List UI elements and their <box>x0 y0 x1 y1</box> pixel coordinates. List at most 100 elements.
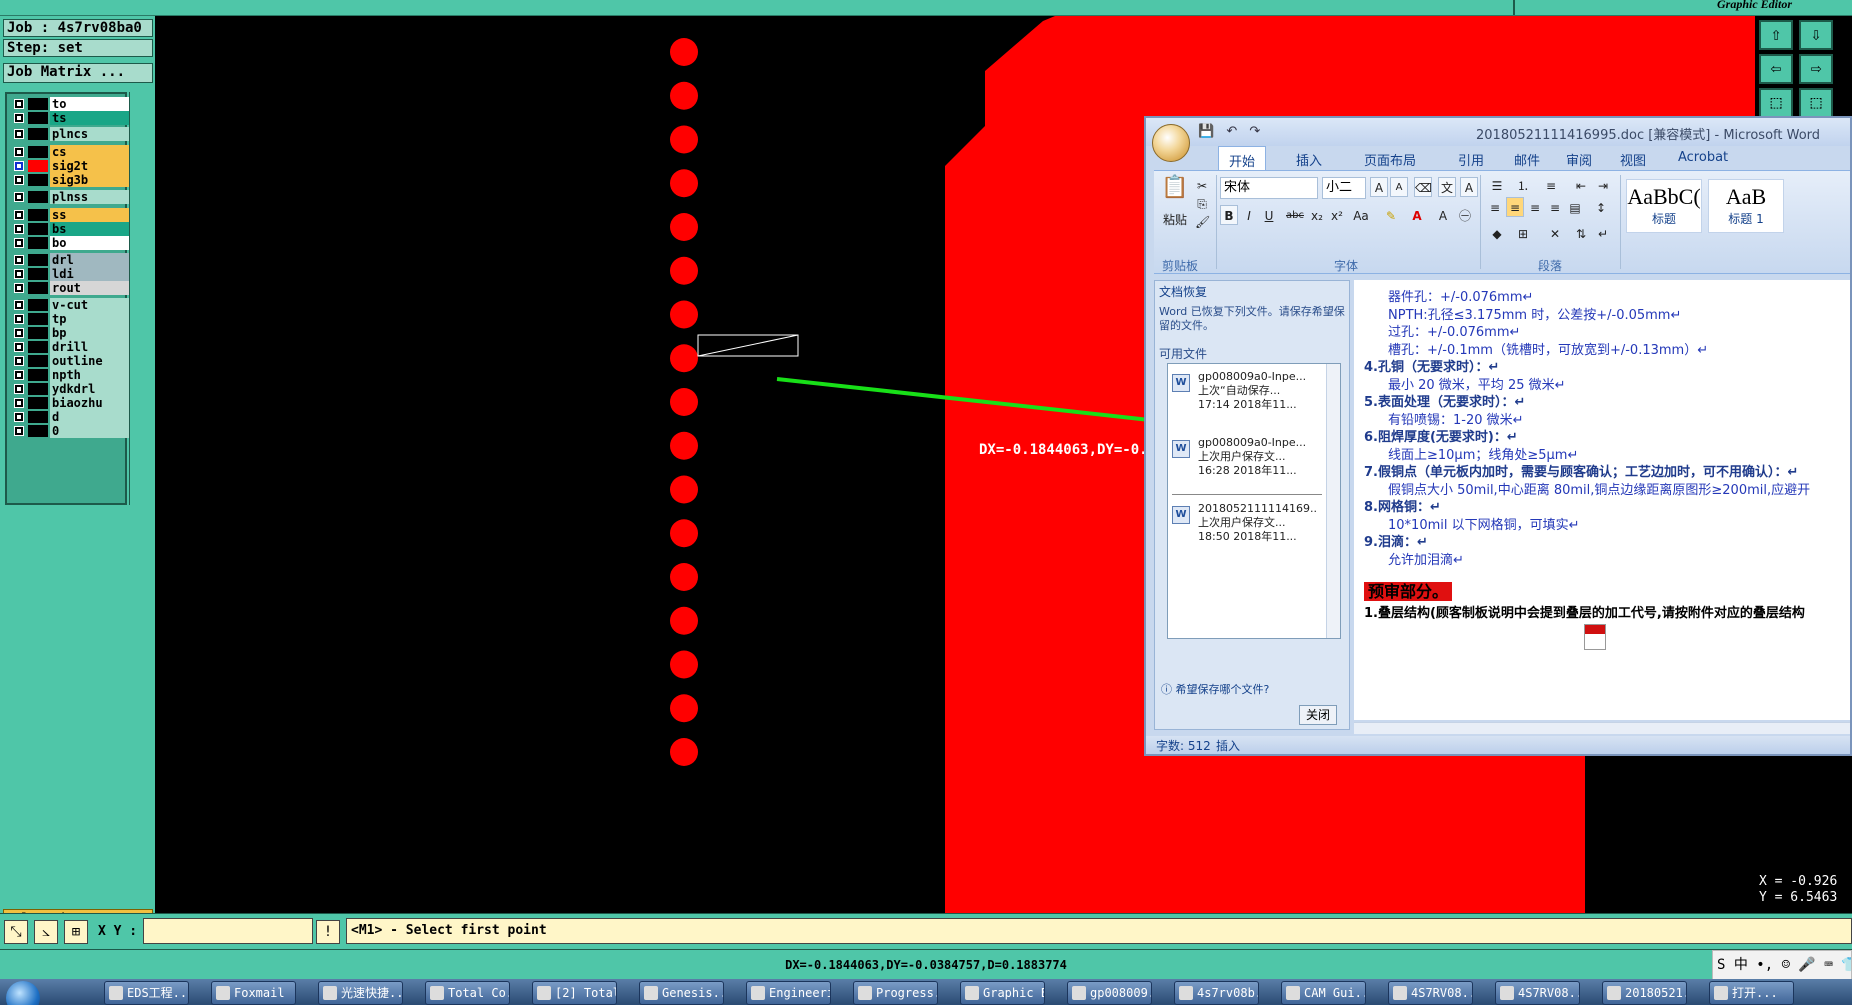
layer-name[interactable]: ts <box>50 111 132 125</box>
taskbar-item[interactable]: Graphic E... <box>960 981 1045 1005</box>
move-up-icon[interactable]: ⇧ <box>1759 20 1793 50</box>
layer-row-0[interactable]: 0 <box>10 424 132 438</box>
recovered-file[interactable]: W 2018052111114169... 上次用户保存文... 18:50 2… <box>1172 502 1320 554</box>
layer-checkbox[interactable] <box>14 300 24 310</box>
layer-color-swatch[interactable] <box>28 299 48 311</box>
layer-name[interactable]: sig3b <box>50 173 132 187</box>
shrink-font-icon[interactable]: A <box>1390 177 1408 197</box>
bold-icon[interactable]: B <box>1220 205 1238 225</box>
layer-name[interactable]: d <box>50 410 132 424</box>
line-spacing-icon[interactable]: ↕ <box>1590 197 1612 217</box>
layer-color-swatch[interactable] <box>28 369 48 381</box>
taskbar-item[interactable]: 打开... <box>1709 981 1794 1005</box>
layer-name[interactable]: plnss <box>50 190 132 204</box>
undo-icon[interactable]: ↶ <box>1226 124 1237 139</box>
layer-list-scrollbar[interactable] <box>129 92 155 505</box>
layer-name[interactable]: npth <box>50 368 132 382</box>
layer-row-to[interactable]: to <box>10 97 132 111</box>
style-title[interactable]: AaBbC( 标题 <box>1626 179 1702 233</box>
layer-name[interactable]: biaozhu <box>50 396 132 410</box>
layer-color-swatch[interactable] <box>28 98 48 110</box>
layer-name[interactable]: ss <box>50 208 132 222</box>
zoom-box-icon[interactable]: ⤡ <box>4 920 28 944</box>
layer-row-ts[interactable]: ts <box>10 111 132 125</box>
show-marks-icon[interactable]: ↵ <box>1594 223 1612 243</box>
layer-row-drill[interactable]: drill <box>10 340 132 354</box>
phonetic-guide-icon[interactable]: 文 <box>1438 177 1456 197</box>
layer-checkbox[interactable] <box>14 328 24 338</box>
layer-name[interactable]: to <box>50 97 132 111</box>
taskbar-item[interactable]: 光速快捷... <box>318 981 403 1005</box>
taskbar-item[interactable]: CAM Gui... <box>1281 981 1366 1005</box>
taskbar-item[interactable]: EDS工程... <box>104 981 189 1005</box>
paste-button[interactable]: 粘贴 <box>1158 209 1192 229</box>
office-button-icon[interactable] <box>1152 124 1190 162</box>
layer-color-swatch[interactable] <box>28 383 48 395</box>
char-shading-icon[interactable]: A <box>1434 205 1452 225</box>
layer-color-swatch[interactable] <box>28 327 48 339</box>
layer-name[interactable]: ldi <box>50 267 132 281</box>
layer-row-bp[interactable]: bp <box>10 326 132 340</box>
word-window[interactable]: 💾 ↶ ↷ 20180521111416995.doc [兼容模式] - Mic… <box>1144 116 1852 756</box>
numbering-icon[interactable]: ⒈ <box>1512 175 1534 195</box>
layer-color-swatch[interactable] <box>28 355 48 367</box>
layer-row-rout[interactable]: rout <box>10 281 132 295</box>
ribbon-tab[interactable]: 邮件 <box>1514 150 1540 169</box>
align-center-icon[interactable]: ≡ <box>1506 197 1524 217</box>
ribbon-tab[interactable]: Acrobat <box>1678 150 1728 165</box>
decrease-indent-icon[interactable]: ⇤ <box>1572 175 1590 195</box>
layer-checkbox[interactable] <box>14 175 24 185</box>
bullets-icon[interactable]: ☰ <box>1486 175 1508 195</box>
layer-color-swatch[interactable] <box>28 191 48 203</box>
layer-checkbox[interactable] <box>14 269 24 279</box>
layer-checkbox[interactable] <box>14 283 24 293</box>
layer-name[interactable]: sig2t <box>50 159 132 173</box>
align-left-icon[interactable]: ≡ <box>1486 197 1504 217</box>
underline-icon[interactable]: U <box>1260 205 1278 225</box>
recovered-file[interactable]: W gp008009a0-Inpe... 上次用户保存文... 16:28 20… <box>1172 436 1320 488</box>
taskbar-item[interactable]: Total Co... <box>425 981 510 1005</box>
word-count[interactable]: 字数: 512 <box>1156 736 1211 754</box>
layer-checkbox[interactable] <box>14 342 24 352</box>
layer-row-bo[interactable]: bo <box>10 236 132 250</box>
style-heading-1[interactable]: AaB 标题 1 <box>1708 179 1784 233</box>
quick-access-toolbar[interactable]: 💾 ↶ ↷ <box>1198 124 1260 139</box>
xy-input[interactable] <box>143 918 313 944</box>
layer-color-swatch[interactable] <box>28 160 48 172</box>
document-page[interactable]: 器件孔：+/-0.076mm↵ NPTH:孔径≤3.175mm 时，公差按+/-0… <box>1354 280 1850 720</box>
layer-row-plncs[interactable]: plncs <box>10 127 132 141</box>
layer-name[interactable]: ydkdrl <box>50 382 132 396</box>
layer-color-swatch[interactable] <box>28 128 48 140</box>
layer-checkbox[interactable] <box>14 314 24 324</box>
layer-checkbox[interactable] <box>14 192 24 202</box>
cut-icon[interactable]: ✂ <box>1194 175 1210 195</box>
layer-name[interactable]: bs <box>50 222 132 236</box>
clear-format-icon[interactable]: ⌫ <box>1414 177 1432 197</box>
layer-row-bs[interactable]: bs <box>10 222 132 236</box>
layer-color-swatch[interactable] <box>28 209 48 221</box>
taskbar-item[interactable]: gp008009... <box>1067 981 1152 1005</box>
layer-checkbox[interactable] <box>14 210 24 220</box>
taskbar-item[interactable]: Engineeri... <box>746 981 831 1005</box>
ime-toolbar[interactable]: S 中 •, ☺ 🎤 ⌨ 👕 <box>1712 950 1852 980</box>
subscript-icon[interactable]: x₂ <box>1308 205 1326 225</box>
layer-name[interactable]: bo <box>50 236 132 250</box>
layer-name[interactable]: cs <box>50 145 132 159</box>
enclose-char-icon[interactable]: ㊀ <box>1456 205 1474 225</box>
layer-row-sig3b[interactable]: sig3b <box>10 173 132 187</box>
taskbar-item[interactable]: [2] Total... <box>532 981 617 1005</box>
layer-checkbox[interactable] <box>14 99 24 109</box>
highlight-icon[interactable]: ✎ <box>1380 205 1402 225</box>
move-right-icon[interactable]: ⇨ <box>1799 54 1833 84</box>
layer-color-swatch[interactable] <box>28 146 48 158</box>
layer-color-swatch[interactable] <box>28 397 48 409</box>
layer-checkbox[interactable] <box>14 370 24 380</box>
chinese-layout-icon[interactable]: ✕ <box>1544 223 1566 243</box>
layer-color-swatch[interactable] <box>28 174 48 186</box>
layer-name[interactable]: bp <box>50 326 132 340</box>
layer-color-swatch[interactable] <box>28 313 48 325</box>
font-name-select[interactable]: 宋体 <box>1220 177 1318 199</box>
justify-icon[interactable]: ≡ <box>1546 197 1564 217</box>
ribbon-tab[interactable]: 审阅 <box>1566 150 1592 169</box>
layer-color-swatch[interactable] <box>28 254 48 266</box>
